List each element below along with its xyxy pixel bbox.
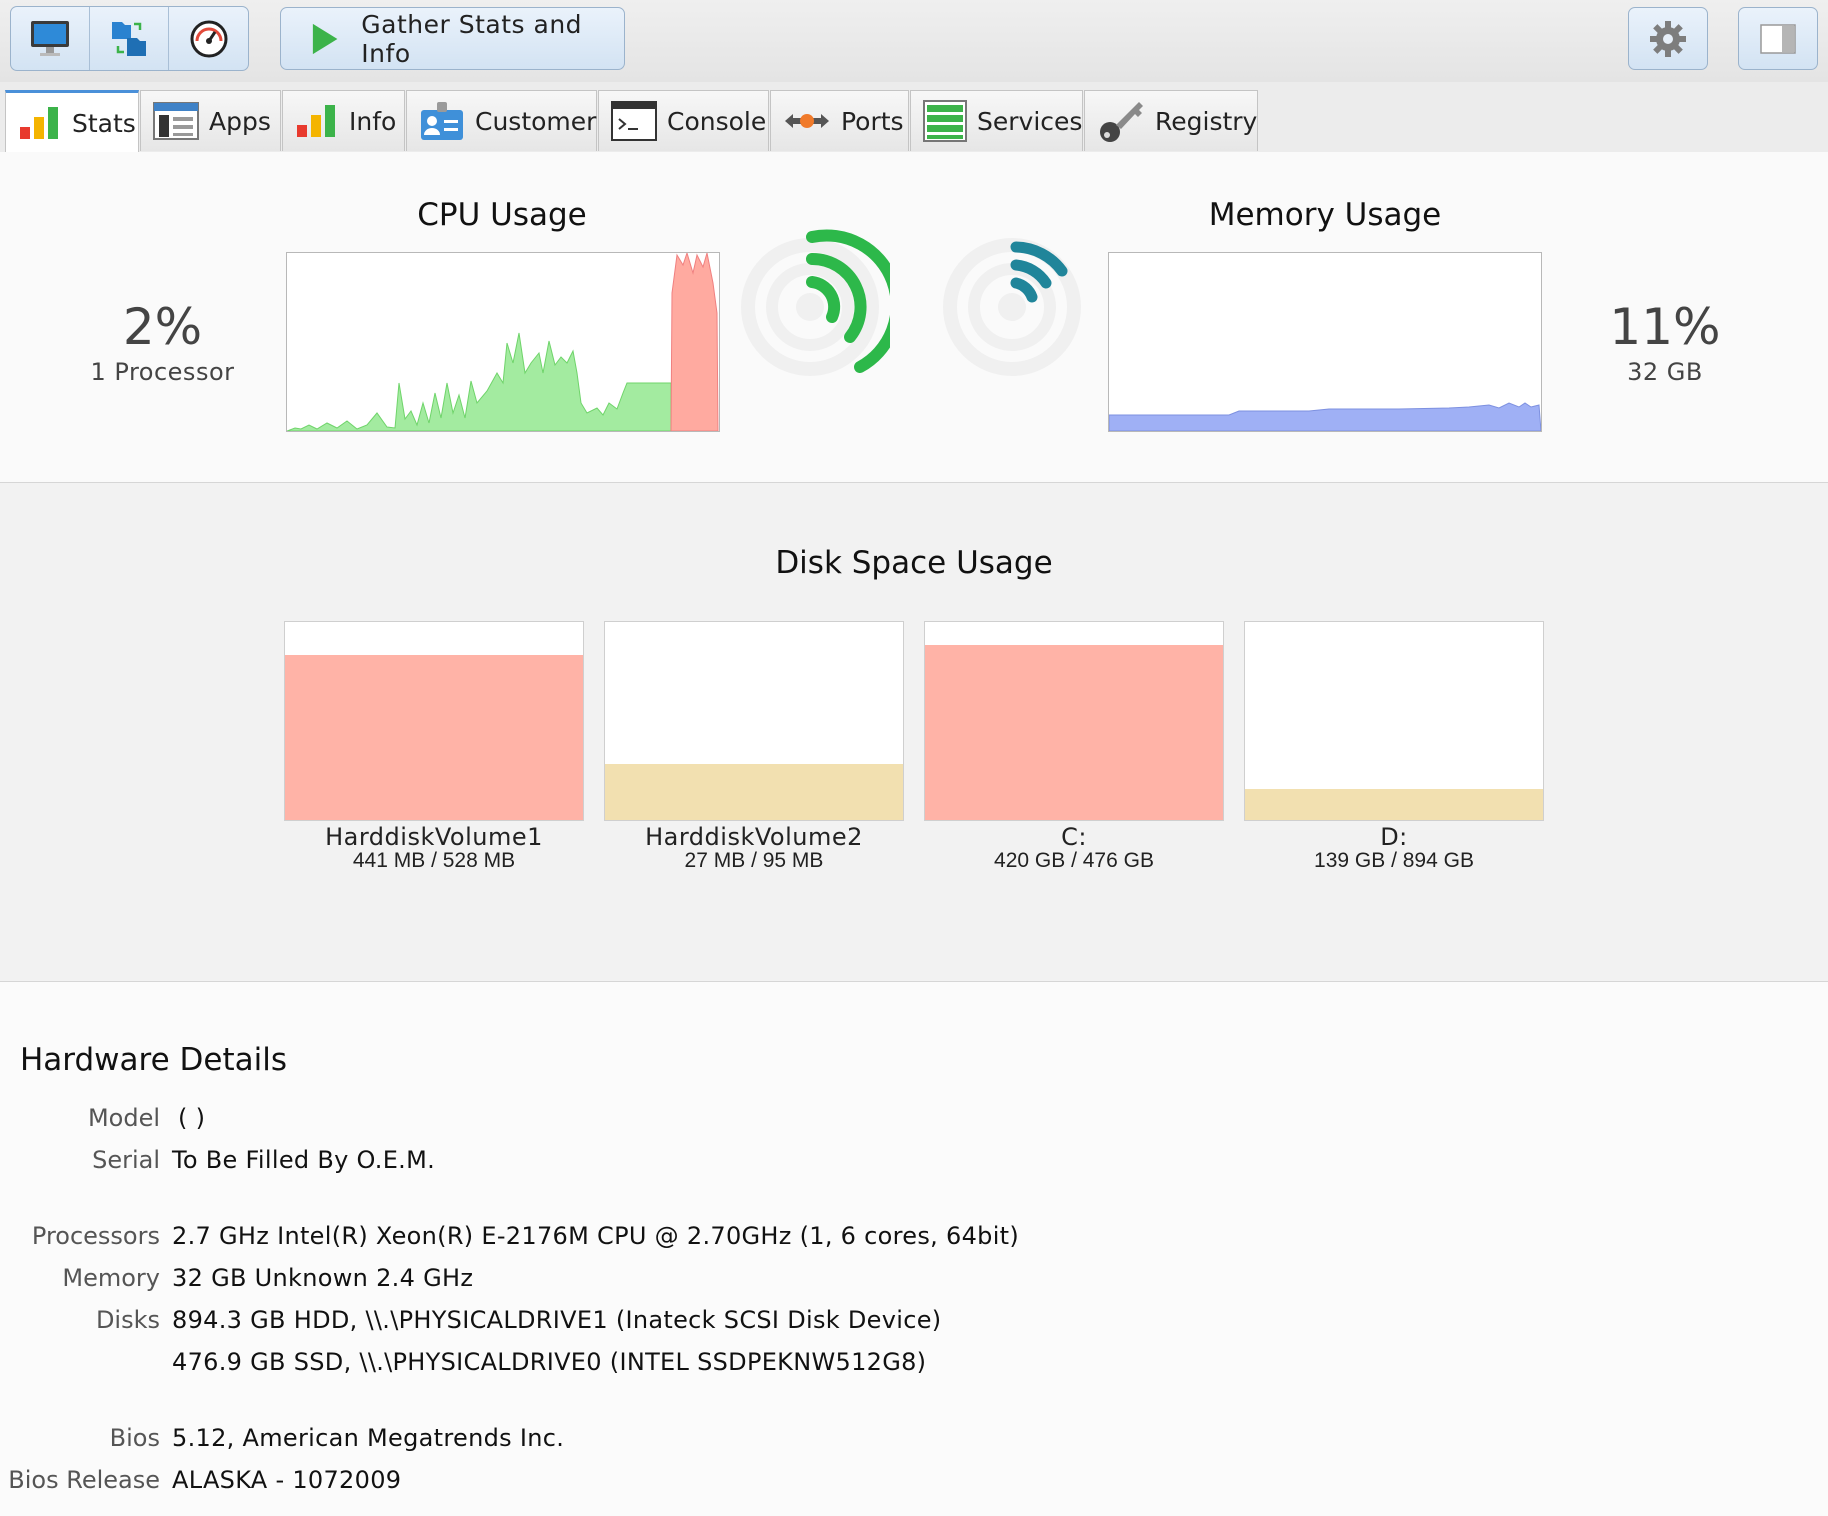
cpu-usage-graph xyxy=(286,252,720,432)
disk-bar xyxy=(284,621,584,821)
memory-usage-plot xyxy=(1109,402,1541,431)
tab-services[interactable]: Services xyxy=(910,90,1083,151)
disk-size: 139 GB / 894 GB xyxy=(1314,849,1474,872)
speedometer-button[interactable] xyxy=(169,7,248,70)
disk-used-fill xyxy=(605,763,903,820)
disk-size: 441 MB / 528 MB xyxy=(352,849,516,872)
disk-name: HarddiskVolume2 xyxy=(645,823,863,851)
view-switcher xyxy=(10,6,249,71)
model-value: ( ) xyxy=(178,1104,206,1132)
tab-registry-label: Registry xyxy=(1155,106,1258,136)
bar-chart-icon xyxy=(20,107,58,139)
hardware-details-title: Hardware Details xyxy=(20,1042,287,1078)
tab-console-label: Console xyxy=(667,106,767,136)
terminal-icon xyxy=(611,101,657,141)
memory-activity-signal xyxy=(943,238,1081,376)
serial-value: To Be Filled By O.E.M. xyxy=(172,1146,436,1174)
bios-release-label: Bios Release xyxy=(8,1466,160,1494)
apps-window-icon xyxy=(153,102,199,140)
model-label: Model xyxy=(87,1104,160,1132)
gather-stats-label: Gather Stats and Info xyxy=(361,9,583,68)
disk-size: 420 GB / 476 GB xyxy=(994,849,1154,872)
disk-used-fill xyxy=(1245,789,1543,820)
tab-ports[interactable]: Ports xyxy=(770,90,909,151)
disk-size: 27 MB / 95 MB xyxy=(684,849,824,872)
disk-used-fill xyxy=(925,645,1223,820)
cpu-percent: 2% xyxy=(122,298,203,356)
file-transfer-icon xyxy=(112,21,146,56)
disk-used-fill xyxy=(285,654,583,820)
tab-customer[interactable]: Customer xyxy=(406,90,597,151)
memory-value: 32 GB Unknown 2.4 GHz xyxy=(172,1264,474,1292)
stats-panel: CPU Usage 2% 1 Processor Memory Usage 11… xyxy=(0,152,1828,483)
cpu-usage-area xyxy=(287,332,672,431)
disk-name: HarddiskVolume1 xyxy=(325,823,543,851)
ports-arrows-icon xyxy=(785,114,829,128)
disks-label: Disks xyxy=(95,1306,160,1334)
memory-total: 32 GB xyxy=(1627,358,1703,386)
customer-card-icon xyxy=(421,102,463,140)
key-icon xyxy=(1100,102,1143,142)
memory-usage-area xyxy=(1109,402,1541,431)
cpu-processor-count: 1 Processor xyxy=(90,358,235,386)
memory-label: Memory xyxy=(62,1264,160,1292)
monitor-button[interactable] xyxy=(11,7,90,70)
sidebar-panel-icon xyxy=(1760,23,1796,54)
cpu-usage-title: CPU Usage xyxy=(417,197,587,233)
disk-name: C: xyxy=(1061,823,1087,851)
gear-icon xyxy=(1650,20,1686,57)
tab-stats-label: Stats xyxy=(72,108,136,138)
tab-stats[interactable]: Stats xyxy=(5,90,139,153)
disks-value-1: 894.3 GB HDD, \\.\PHYSICALDRIVE1 (Inatec… xyxy=(172,1306,942,1334)
toggle-panel-button[interactable] xyxy=(1738,7,1818,70)
hardware-details-panel: Hardware Details Model ( ) Serial To Be … xyxy=(0,982,1828,1516)
services-list-icon xyxy=(923,100,967,142)
cpu-activity-signal xyxy=(741,229,890,376)
tab-info-label: Info xyxy=(349,106,397,136)
serial-label: Serial xyxy=(92,1146,160,1174)
disks-value-2: 476.9 GB SSD, \\.\PHYSICALDRIVE0 (INTEL … xyxy=(172,1348,927,1376)
cpu-usage-plot xyxy=(287,253,719,431)
tab-console[interactable]: Console xyxy=(598,90,769,151)
monitor-icon xyxy=(31,20,69,56)
disk-name: D: xyxy=(1380,823,1408,851)
disk-usage-panel: Disk Space Usage HarddiskVolume1 441 MB … xyxy=(0,483,1828,982)
tab-ports-label: Ports xyxy=(841,106,904,136)
toolbar: Gather Stats and Info xyxy=(0,0,1828,83)
gather-stats-button[interactable]: Gather Stats and Info xyxy=(280,7,625,70)
processors-label: Processors xyxy=(31,1222,160,1250)
bar-chart-icon xyxy=(297,105,335,137)
bios-release-value: ALASKA - 1072009 xyxy=(172,1466,402,1494)
disk-usage-title: Disk Space Usage xyxy=(775,545,1053,581)
memory-usage-title: Memory Usage xyxy=(1208,197,1442,233)
file-transfer-button[interactable] xyxy=(90,7,169,70)
processors-value: 2.7 GHz Intel(R) Xeon(R) E-2176M CPU @ 2… xyxy=(172,1222,1020,1250)
bios-label: Bios xyxy=(109,1424,160,1452)
tab-customer-label: Customer xyxy=(475,106,597,136)
cpu-spike-area xyxy=(670,253,719,431)
speedometer-icon xyxy=(190,20,227,57)
memory-usage-graph xyxy=(1108,252,1542,432)
tab-services-label: Services xyxy=(977,106,1083,136)
tab-apps[interactable]: Apps xyxy=(140,90,281,151)
tab-registry[interactable]: Registry xyxy=(1084,90,1258,151)
disk-bar xyxy=(1244,621,1544,821)
settings-button[interactable] xyxy=(1628,7,1708,70)
tab-info[interactable]: Info xyxy=(282,90,405,151)
disk-bar xyxy=(604,621,904,821)
memory-percent: 11% xyxy=(1609,298,1721,356)
bios-value: 5.12, American Megatrends Inc. xyxy=(172,1424,565,1452)
tab-bar: Stats Apps Info Customer Console Ports S… xyxy=(0,82,1828,153)
disk-bar xyxy=(924,621,1224,821)
tab-apps-label: Apps xyxy=(209,106,271,136)
play-icon xyxy=(312,23,338,54)
